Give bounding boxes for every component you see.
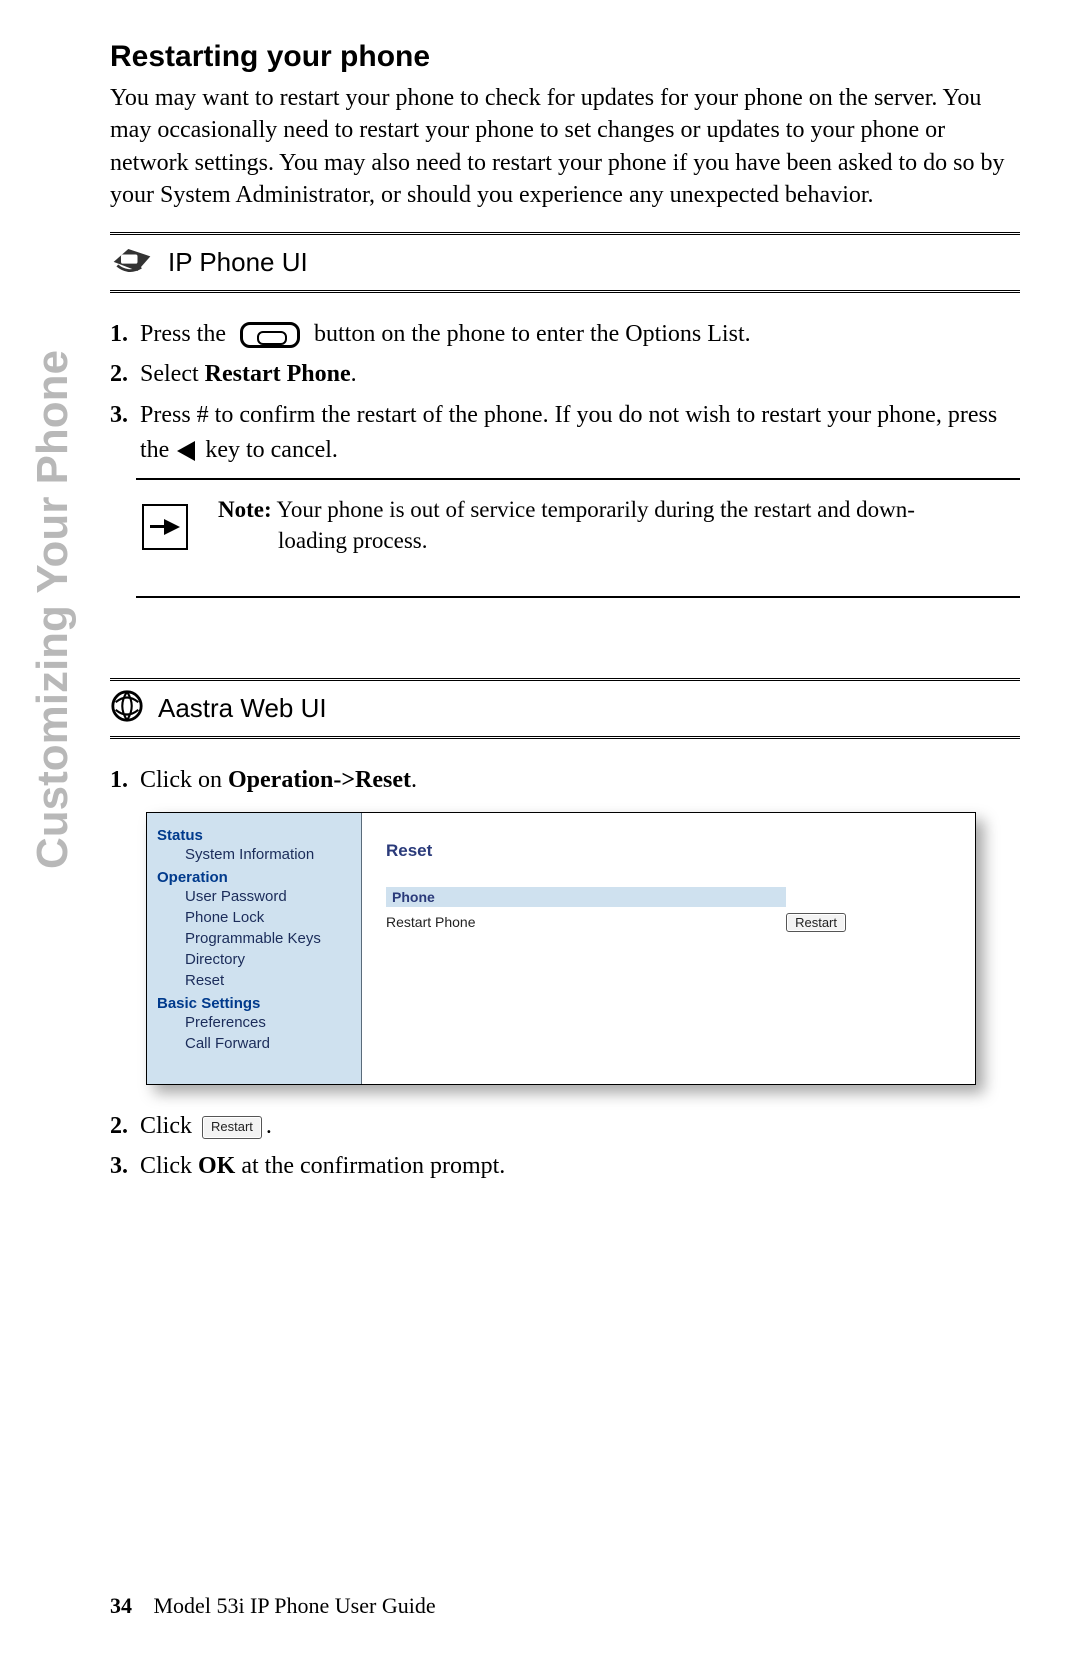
sidebar-cat-status[interactable]: Status xyxy=(157,827,353,844)
restart-button[interactable]: Restart xyxy=(786,913,846,932)
step1-pre: Press the xyxy=(140,321,226,347)
sidebar-item-system-information[interactable]: System Information xyxy=(157,844,353,865)
step-text: Select Restart Phone. xyxy=(140,357,1020,392)
phone-ui-icon xyxy=(110,243,154,282)
step-text: Press # to confirm the restart of the ph… xyxy=(140,398,1020,468)
doc-title: Model 53i IP Phone User Guide xyxy=(154,1593,436,1618)
step1-post: button on the phone to enter the Options… xyxy=(314,321,751,347)
sidebar-item-reset[interactable]: Reset xyxy=(157,970,353,991)
step2-pre: Select xyxy=(140,361,205,387)
web-ui-steps-2: 2. Click Restart. 3. Click OK at the con… xyxy=(110,1109,1020,1185)
page: Customizing Your Phone Restarting your p… xyxy=(0,0,1080,1669)
webui-row-restart: Restart Phone Restart xyxy=(386,913,846,932)
note-text: Note: Your phone is out of service tempo… xyxy=(218,494,915,556)
step-number: 2. xyxy=(110,357,140,392)
wstep1-bold: Operation->Reset xyxy=(228,767,411,793)
step-number: 2. xyxy=(110,1109,140,1144)
step-number: 1. xyxy=(110,317,140,352)
note-line1: Your phone is out of service temporarily… xyxy=(272,497,915,522)
page-number: 34 xyxy=(110,1593,132,1618)
webui-section-phone: Phone xyxy=(386,887,786,907)
sidebar-item-programmable-keys[interactable]: Programmable Keys xyxy=(157,928,353,949)
webui-row-label: Restart Phone xyxy=(386,914,476,930)
wstep2-post: . xyxy=(266,1113,272,1139)
left-arrow-icon xyxy=(177,441,195,461)
ip-phone-ui-bar: IP Phone UI xyxy=(110,232,1020,293)
note-label: Note: xyxy=(218,497,272,522)
step2-post: . xyxy=(351,361,357,387)
note-box: Note: Your phone is out of service tempo… xyxy=(136,478,1020,598)
note-line2: loading process. xyxy=(278,525,915,556)
note-arrow-icon xyxy=(142,504,188,550)
options-key-icon xyxy=(240,322,300,348)
wstep2-pre: Click xyxy=(140,1113,192,1139)
webui-screenshot: Status System Information Operation User… xyxy=(146,812,976,1085)
step-3: 3. Press # to confirm the restart of the… xyxy=(110,398,1020,468)
chapter-side-tab-text: Customizing Your Phone xyxy=(28,350,78,869)
page-footer: 34 Model 53i IP Phone User Guide xyxy=(110,1593,436,1619)
step-text: Click OK at the confirmation prompt. xyxy=(140,1149,1020,1184)
webui-main: Reset Phone Restart Phone Restart xyxy=(362,813,975,1084)
ip-phone-ui-title: IP Phone UI xyxy=(168,247,308,278)
sidebar-cat-basic-settings[interactable]: Basic Settings xyxy=(157,995,353,1012)
inline-restart-button[interactable]: Restart xyxy=(202,1116,262,1139)
sidebar-item-user-password[interactable]: User Password xyxy=(157,886,353,907)
step-number: 3. xyxy=(110,398,140,468)
step-number: 3. xyxy=(110,1149,140,1184)
sidebar-item-preferences[interactable]: Preferences xyxy=(157,1012,353,1033)
step-2: 2. Select Restart Phone. xyxy=(110,357,1020,392)
globe-icon xyxy=(110,689,144,728)
webui-sidebar: Status System Information Operation User… xyxy=(147,813,362,1084)
step-1: 1. Press the button on the phone to ente… xyxy=(110,317,1020,352)
chapter-side-tab: Customizing Your Phone xyxy=(28,0,78,350)
step-text: Click on Operation->Reset. xyxy=(140,763,1020,798)
wstep3-bold: OK xyxy=(198,1153,235,1179)
aastra-web-ui-bar: Aastra Web UI xyxy=(110,678,1020,739)
wstep1-post: . xyxy=(411,767,417,793)
aastra-web-ui-title: Aastra Web UI xyxy=(158,693,327,724)
webui-heading: Reset xyxy=(386,841,957,861)
step-text: Press the button on the phone to enter t… xyxy=(140,317,1020,352)
step3-post: key to cancel. xyxy=(205,437,338,463)
web-ui-steps-1: 1. Click on Operation->Reset. xyxy=(110,763,1020,798)
wstep1-pre: Click on xyxy=(140,767,228,793)
web-step-2: 2. Click Restart. xyxy=(110,1109,1020,1144)
web-step-1: 1. Click on Operation->Reset. xyxy=(110,763,1020,798)
phone-ui-steps: 1. Press the button on the phone to ente… xyxy=(110,317,1020,468)
sidebar-cat-operation[interactable]: Operation xyxy=(157,869,353,886)
step-number: 1. xyxy=(110,763,140,798)
sidebar-item-phone-lock[interactable]: Phone Lock xyxy=(157,907,353,928)
step-text: Click Restart. xyxy=(140,1109,1020,1144)
wstep3-pre: Click xyxy=(140,1153,198,1179)
wstep3-post: at the confirmation prompt. xyxy=(235,1153,505,1179)
section-heading: Restarting your phone xyxy=(110,40,1020,74)
intro-paragraph: You may want to restart your phone to ch… xyxy=(110,82,1020,212)
web-step-3: 3. Click OK at the confirmation prompt. xyxy=(110,1149,1020,1184)
step2-bold: Restart Phone xyxy=(205,361,351,387)
sidebar-item-call-forward[interactable]: Call Forward xyxy=(157,1033,353,1054)
sidebar-item-directory[interactable]: Directory xyxy=(157,949,353,970)
